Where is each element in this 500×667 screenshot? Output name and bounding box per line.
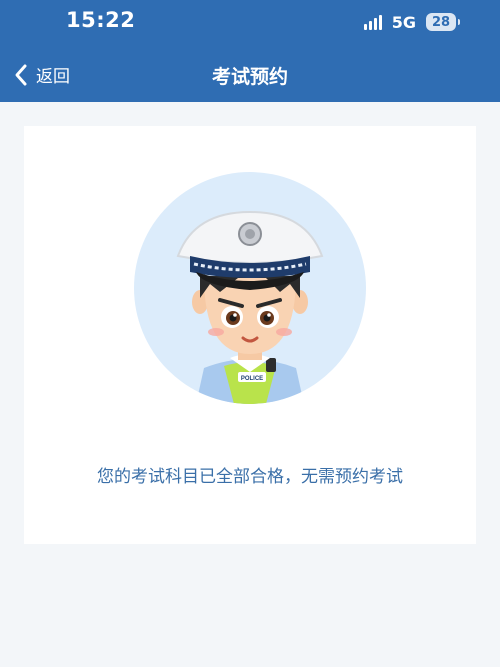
page-title: 考试预约	[211, 66, 288, 88]
status-time: 15:22	[66, 8, 136, 32]
result-card: POLICE 您的考试科目已全部合格，无需预约考试	[24, 126, 476, 544]
police-badge-text: POLICE	[241, 376, 263, 382]
navigation-bar: 返回 考试预约	[0, 54, 500, 98]
battery-icon: 28	[426, 13, 460, 31]
police-avatar-illustration: POLICE	[134, 172, 366, 404]
battery-level: 28	[431, 14, 451, 30]
signal-icon	[363, 14, 382, 30]
app-header: 15:22 5G 28 返回 考试预约	[0, 0, 500, 102]
status-indicators: 5G 28	[363, 12, 460, 32]
status-message: 您的考试科目已全部合格，无需预约考试	[97, 467, 403, 487]
network-type: 5G	[391, 12, 416, 32]
